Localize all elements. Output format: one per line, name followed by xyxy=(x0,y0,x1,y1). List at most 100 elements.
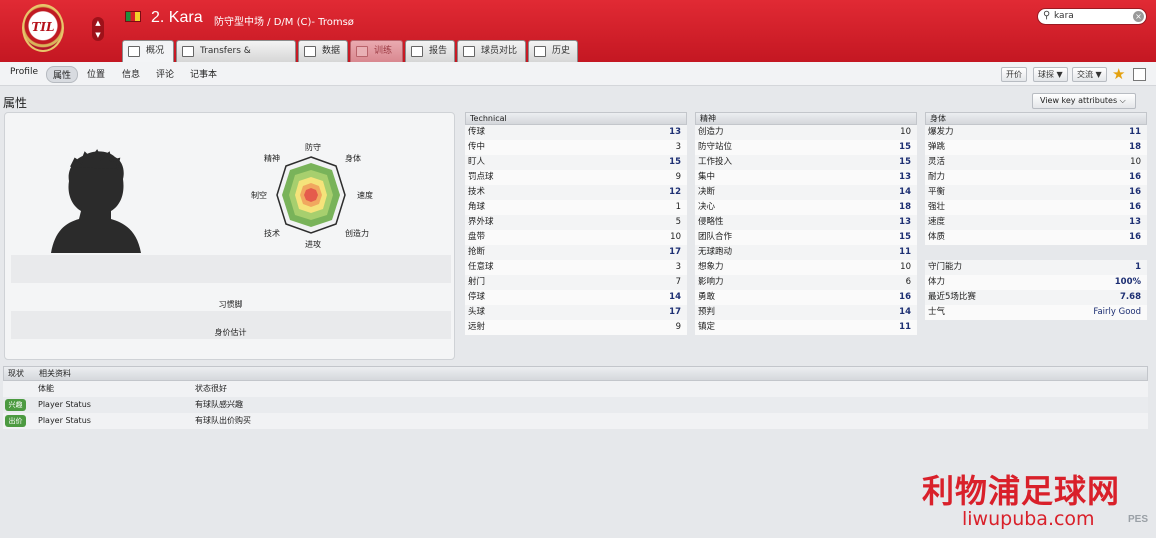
attribute-name: 爆发力 xyxy=(928,127,954,137)
subnav-attributes[interactable]: 属性 xyxy=(46,66,79,83)
attribute-row[interactable]: 抢断 17 xyxy=(465,245,687,260)
attribute-row[interactable]: 盘带 10 xyxy=(465,230,687,245)
attribute-value: 14 xyxy=(899,187,911,197)
attribute-row[interactable]: 体力 100% xyxy=(925,275,1147,290)
attribute-row[interactable]: 任意球 3 xyxy=(465,260,687,275)
attribute-row[interactable]: 决心 18 xyxy=(695,200,917,215)
club-crest-icon[interactable]: TIL xyxy=(22,4,64,52)
attribute-value: 10 xyxy=(900,127,911,137)
notes-icon[interactable] xyxy=(1133,68,1146,81)
attribute-name: 头球 xyxy=(468,307,486,317)
status-rows: 体能 状态很好 兴趣 Player Status 有球队感兴趣 出价 Playe… xyxy=(3,381,1148,429)
tab-transfers[interactable]: Transfers & Contracts xyxy=(176,40,296,76)
status-row[interactable]: 体能 状态很好 xyxy=(3,381,1148,397)
subnav-info[interactable]: 信息 xyxy=(122,67,140,80)
attribute-value: 5 xyxy=(675,217,681,227)
attribute-row[interactable]: 侵略性 13 xyxy=(695,215,917,230)
attribute-row[interactable]: 团队合作 15 xyxy=(695,230,917,245)
tab-history[interactable]: 历史 xyxy=(528,40,578,62)
attribute-row[interactable]: 无球跑动 11 xyxy=(695,245,917,260)
make-offer-button[interactable]: 开价 xyxy=(1001,67,1027,82)
tab-reports[interactable]: 报告 xyxy=(405,40,455,62)
attribute-name: 远射 xyxy=(468,322,486,332)
attribute-row[interactable]: 士气 Fairly Good xyxy=(925,305,1147,320)
attribute-row[interactable]: 体质 16 xyxy=(925,230,1147,245)
tab-overview[interactable]: 概况 xyxy=(122,40,174,62)
attribute-row[interactable]: 想象力 10 xyxy=(695,260,917,275)
attribute-row[interactable]: 罚点球 9 xyxy=(465,170,687,185)
attribute-value: 16 xyxy=(1129,172,1141,182)
attribute-row[interactable]: 技术 12 xyxy=(465,185,687,200)
attribute-row[interactable]: 影响力 6 xyxy=(695,275,917,290)
radar-label-technique: 技术 xyxy=(264,228,280,238)
attribute-name: 界外球 xyxy=(468,217,494,227)
tab-stats[interactable]: 数据 xyxy=(298,40,348,62)
attribute-row[interactable]: 强壮 16 xyxy=(925,200,1147,215)
player-name: 2. Kara xyxy=(151,9,203,26)
overview-icon xyxy=(128,46,140,57)
clear-search-icon[interactable]: × xyxy=(1133,11,1144,22)
attribute-row[interactable]: 爆发力 11 xyxy=(925,125,1147,140)
view-key-attributes-button[interactable]: View key attributes ⌵ xyxy=(1032,93,1136,109)
attribute-row[interactable]: 防守站位 15 xyxy=(695,140,917,155)
attribute-name: 集中 xyxy=(698,172,716,182)
player-nav-arrows[interactable]: ▲ ▼ xyxy=(92,17,104,41)
subnav-positions[interactable]: 位置 xyxy=(87,67,105,80)
preferred-foot-label: 习惯脚 xyxy=(218,300,243,309)
arrow-up-icon[interactable]: ▲ xyxy=(92,17,104,29)
attribute-row[interactable]: 界外球 5 xyxy=(465,215,687,230)
radar-label-physical: 身体 xyxy=(345,153,361,163)
radar-label-aerial: 制空 xyxy=(251,190,267,200)
attribute-value: 1 xyxy=(1135,262,1141,272)
attribute-row[interactable]: 停球 14 xyxy=(465,290,687,305)
search-box[interactable]: ⚲ kara × xyxy=(1037,8,1147,25)
scout-dropdown[interactable]: 球探 ▼ xyxy=(1033,67,1068,82)
attribute-name: 任意球 xyxy=(468,262,494,272)
attribute-row[interactable]: 工作投入 15 xyxy=(695,155,917,170)
attribute-row[interactable]: 灵活 10 xyxy=(925,155,1147,170)
attribute-row[interactable]: 最近5场比赛 7.68 xyxy=(925,290,1147,305)
attribute-row[interactable]: 集中 13 xyxy=(695,170,917,185)
attribute-row[interactable]: 守门能力 1 xyxy=(925,260,1147,275)
attribute-row[interactable]: 镇定 11 xyxy=(695,320,917,335)
attribute-row[interactable]: 创造力 10 xyxy=(695,125,917,140)
attribute-row[interactable]: 耐力 16 xyxy=(925,170,1147,185)
attribute-row[interactable]: 平衡 16 xyxy=(925,185,1147,200)
tab-compare[interactable]: 球员对比 xyxy=(457,40,526,62)
attribute-row[interactable]: 预判 14 xyxy=(695,305,917,320)
attribute-row[interactable]: 头球 17 xyxy=(465,305,687,320)
attribute-row[interactable]: 速度 13 xyxy=(925,215,1147,230)
status-row[interactable]: 兴趣 Player Status 有球队感兴趣 xyxy=(3,397,1148,413)
attribute-row[interactable]: 弹跳 18 xyxy=(925,140,1147,155)
attribute-row[interactable]: 远射 9 xyxy=(465,320,687,335)
attribute-value: 15 xyxy=(899,142,911,152)
attribute-name: 勇敢 xyxy=(698,292,716,302)
arrow-down-icon[interactable]: ▼ xyxy=(92,29,104,41)
subnav-comments[interactable]: 评论 xyxy=(156,67,174,80)
subnav-notebook[interactable]: 记事本 xyxy=(190,67,217,80)
attribute-name: 传中 xyxy=(468,142,486,152)
favourite-star-icon[interactable]: ★ xyxy=(1112,65,1125,83)
document-icon xyxy=(182,46,194,57)
attribute-value: 12 xyxy=(669,187,681,197)
tab-training[interactable]: 训练 xyxy=(350,40,403,62)
attribute-name: 速度 xyxy=(928,217,946,227)
value-estimate-label: 身价估计 xyxy=(214,328,247,337)
interact-dropdown[interactable]: 交流 ▼ xyxy=(1072,67,1107,82)
attribute-name: 技术 xyxy=(468,187,486,197)
status-row[interactable]: 出价 Player Status 有球队出价购买 xyxy=(3,413,1148,429)
attribute-row[interactable]: 角球 1 xyxy=(465,200,687,215)
attribute-row[interactable]: 勇敢 16 xyxy=(695,290,917,305)
attribute-row[interactable]: 决断 14 xyxy=(695,185,917,200)
header-bar: TIL ▲ ▼ 2. Kara 防守型中场 / D/M (C)- Tromsø … xyxy=(0,0,1156,76)
interest-badge: 兴趣 xyxy=(5,399,26,411)
attribute-row[interactable]: 传中 3 xyxy=(465,140,687,155)
attribute-name: 传球 xyxy=(468,127,486,137)
attribute-name: 抢断 xyxy=(468,247,486,257)
attribute-row[interactable]: 射门 7 xyxy=(465,275,687,290)
attribute-name: 射门 xyxy=(468,277,486,287)
attribute-row[interactable]: 传球 13 xyxy=(465,125,687,140)
subnav-profile[interactable]: Profile xyxy=(10,67,38,77)
search-input[interactable]: kara xyxy=(1054,11,1074,21)
attribute-row[interactable]: 盯人 15 xyxy=(465,155,687,170)
